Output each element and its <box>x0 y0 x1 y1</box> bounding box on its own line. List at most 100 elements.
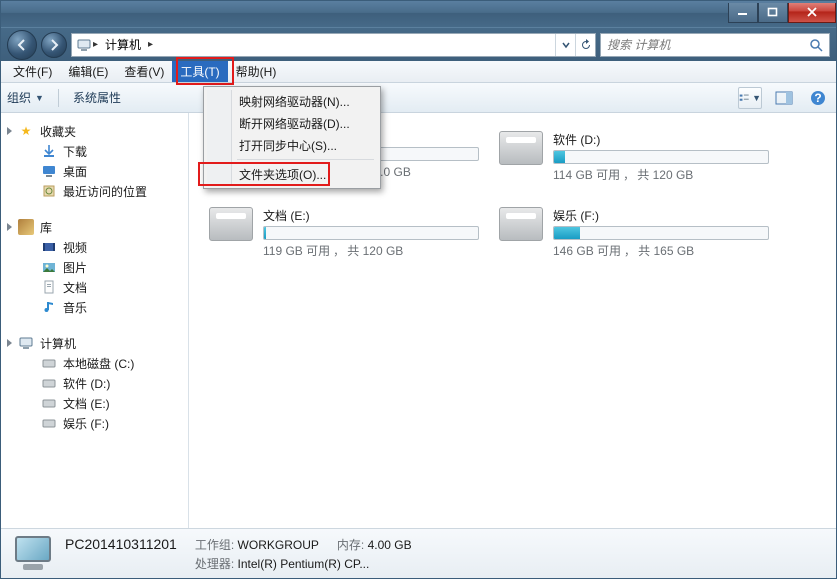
drive-usage-bar <box>553 150 769 164</box>
sidebar-head-favorites[interactable]: ★ 收藏夹 <box>1 121 188 141</box>
explorer-window: ▸ 计算机 ▸ 搜索 计算机 文件(F) 编辑(E) 查看(V) 工具 <box>0 0 837 579</box>
body: ★ 收藏夹 下载 桌面 最近访问的位置 库 视频 图片 文档 音乐 <box>1 113 836 528</box>
sidebar-head-computer[interactable]: 计算机 <box>1 333 188 353</box>
drive-icon <box>41 375 57 391</box>
menu-edit[interactable]: 编辑(E) <box>60 61 116 82</box>
drive-item[interactable]: 文档 (E:) 119 GB 可用 ， 共 120 GB <box>209 207 479 259</box>
drive-item[interactable]: 娱乐 (F:) 146 GB 可用 ， 共 165 GB <box>499 207 769 259</box>
computer-icon <box>72 37 90 53</box>
chevron-right-icon: ▸ <box>90 39 101 50</box>
document-icon <box>41 279 57 295</box>
menu-open-sync-center[interactable]: 打开同步中心(S)... <box>207 134 377 156</box>
svg-text:?: ? <box>814 91 821 105</box>
status-text: PC201410311201 工作组: WORKGROUP 内存: 4.00 G… <box>65 536 412 572</box>
nav-row: ▸ 计算机 ▸ 搜索 计算机 <box>1 27 836 61</box>
separator <box>237 159 374 160</box>
menu-help[interactable]: 帮助(H) <box>228 61 285 82</box>
nav-forward-button[interactable] <box>41 32 67 58</box>
sidebar-item-drive-e[interactable]: 文档 (E:) <box>1 393 188 413</box>
sidebar-item-drive-c[interactable]: 本地磁盘 (C:) <box>1 353 188 373</box>
chevron-down-icon: ▼ <box>35 93 44 103</box>
help-icon: ? <box>810 90 826 106</box>
close-icon <box>806 7 818 17</box>
chevron-right-icon: ▸ <box>145 39 156 50</box>
refresh-icon <box>580 39 592 51</box>
minimize-icon <box>737 7 749 17</box>
tools-dropdown: 映射网络驱动器(N)... 断开网络驱动器(D)... 打开同步中心(S)...… <box>203 86 381 189</box>
computer-large-icon <box>11 534 55 574</box>
view-icon <box>739 91 750 105</box>
nav-back-button[interactable] <box>7 30 37 60</box>
status-bar: PC201410311201 工作组: WORKGROUP 内存: 4.00 G… <box>1 528 836 578</box>
library-icon <box>18 219 34 235</box>
drive-subtext: 114 GB 可用 ， 共 120 GB <box>553 166 769 183</box>
sidebar: ★ 收藏夹 下载 桌面 最近访问的位置 库 视频 图片 文档 音乐 <box>1 113 189 528</box>
menubar: 文件(F) 编辑(E) 查看(V) 工具(T) 帮助(H) <box>1 61 836 83</box>
toolbar-system-properties[interactable]: 系统属性 <box>73 89 121 106</box>
drive-name: 文档 (E:) <box>263 207 479 224</box>
music-icon <box>41 299 57 315</box>
sidebar-item-recent[interactable]: 最近访问的位置 <box>1 181 188 201</box>
breadcrumb-segment[interactable]: 计算机 <box>101 36 145 53</box>
preview-pane-icon <box>775 91 793 105</box>
sidebar-group-libraries: 库 视频 图片 文档 音乐 <box>1 217 188 317</box>
chevron-down-icon <box>562 41 570 49</box>
search-icon <box>809 38 823 52</box>
drive-subtext: 146 GB 可用 ， 共 165 GB <box>553 242 769 259</box>
menu-disconnect-network-drive[interactable]: 断开网络驱动器(D)... <box>207 112 377 134</box>
close-button[interactable] <box>788 3 836 23</box>
drive-icon <box>41 395 57 411</box>
menu-map-network-drive[interactable]: 映射网络驱动器(N)... <box>207 90 377 112</box>
sidebar-item-drive-f[interactable]: 娱乐 (F:) <box>1 413 188 433</box>
sidebar-item-pictures[interactable]: 图片 <box>1 257 188 277</box>
drive-icon <box>499 207 543 241</box>
computer-icon <box>18 335 34 351</box>
separator <box>58 89 59 107</box>
sidebar-group-favorites: ★ 收藏夹 下载 桌面 最近访问的位置 <box>1 121 188 201</box>
search-placeholder: 搜索 计算机 <box>607 36 670 53</box>
desktop-icon <box>41 163 57 179</box>
refresh-button[interactable] <box>575 34 595 56</box>
arrow-left-icon <box>15 38 29 52</box>
computer-name: PC201410311201 <box>65 536 177 553</box>
expand-icon <box>7 223 12 231</box>
drive-icon <box>499 131 543 165</box>
breadcrumb[interactable]: ▸ 计算机 ▸ <box>90 34 156 56</box>
maximize-button[interactable] <box>758 3 788 23</box>
sidebar-item-video[interactable]: 视频 <box>1 237 188 257</box>
address-bar[interactable]: ▸ 计算机 ▸ <box>71 33 596 57</box>
drive-name: 娱乐 (F:) <box>553 207 769 224</box>
search-input[interactable]: 搜索 计算机 <box>600 33 830 57</box>
drive-subtext: 119 GB 可用 ， 共 120 GB <box>263 242 479 259</box>
sidebar-item-downloads[interactable]: 下载 <box>1 141 188 161</box>
sidebar-head-libraries[interactable]: 库 <box>1 217 188 237</box>
star-icon: ★ <box>18 123 34 139</box>
view-mode-button[interactable]: ▼ <box>738 87 762 109</box>
chevron-down-icon: ▼ <box>752 93 761 103</box>
help-button[interactable]: ? <box>806 87 830 109</box>
address-dropdown-button[interactable] <box>555 34 575 56</box>
drive-icon <box>209 207 253 241</box>
menu-view[interactable]: 查看(V) <box>116 61 172 82</box>
recent-icon <box>41 183 57 199</box>
menu-file[interactable]: 文件(F) <box>5 61 60 82</box>
drive-icon <box>41 355 57 371</box>
toolbar-organize[interactable]: 组织▼ <box>7 89 44 106</box>
sidebar-item-drive-d[interactable]: 软件 (D:) <box>1 373 188 393</box>
sidebar-item-documents[interactable]: 文档 <box>1 277 188 297</box>
menu-folder-options[interactable]: 文件夹选项(O)... <box>207 163 377 185</box>
pictures-icon <box>41 259 57 275</box>
menu-tools[interactable]: 工具(T) <box>172 61 227 82</box>
drive-icon <box>41 415 57 431</box>
drive-usage-bar <box>263 226 479 240</box>
sidebar-item-desktop[interactable]: 桌面 <box>1 161 188 181</box>
minimize-button[interactable] <box>728 3 758 23</box>
arrow-right-icon <box>47 38 61 52</box>
preview-pane-button[interactable] <box>772 87 796 109</box>
drive-item[interactable]: 软件 (D:) 114 GB 可用 ， 共 120 GB <box>499 131 769 183</box>
address-right-buttons <box>555 34 595 56</box>
sidebar-item-music[interactable]: 音乐 <box>1 297 188 317</box>
window-buttons <box>728 3 836 23</box>
video-icon <box>41 239 57 255</box>
maximize-icon <box>767 7 779 17</box>
